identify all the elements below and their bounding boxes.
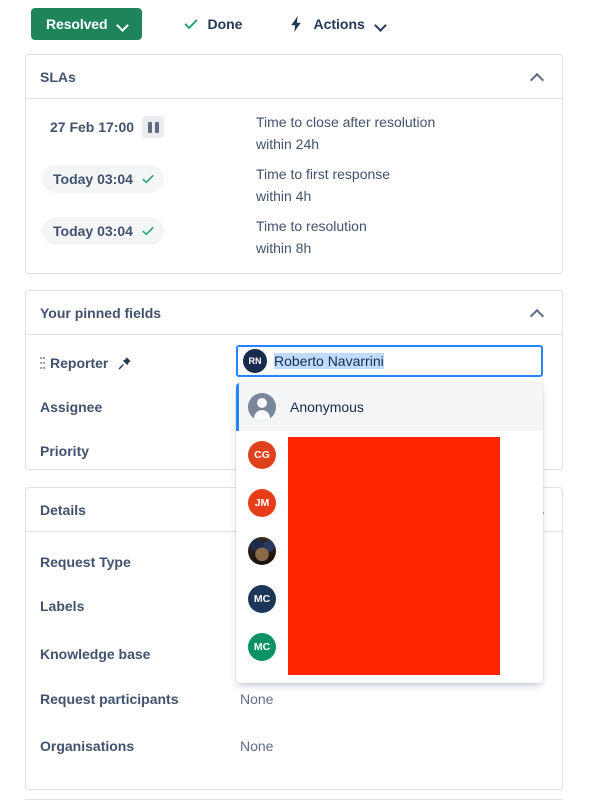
check-icon [183,16,199,32]
pinned-fields-card-header[interactable]: Your pinned fields [26,291,562,335]
slas-list: 27 Feb 17:00 Time to close after resolut… [26,99,562,269]
chevron-up-icon[interactable] [530,306,544,320]
assignee-label: Assignee [40,399,103,415]
action-toolbar: Resolved Done Actions [0,0,615,48]
pin-icon[interactable] [118,356,132,370]
details-title: Details [40,501,86,518]
panel-bottom-divider [25,799,563,801]
avatar: MC [248,585,276,613]
redaction-overlay [288,437,500,675]
slas-card: SLAs 27 Feb 17:00 Time to close after re… [25,54,563,274]
sla-detail: Time to resolution within 8h [256,217,367,258]
issue-detail-panel: Resolved Done Actions SLAs 27 Feb 17:00 … [0,0,615,802]
reporter-field-label-group: Reporter [40,355,230,371]
dropdown-option-anonymous[interactable]: Anonymous [236,383,543,431]
sla-target: within 24h [256,136,320,152]
slas-title: SLAs [40,68,76,85]
sla-detail: Time to first response within 4h [256,165,390,206]
sla-name: Time to close after resolution [256,114,436,130]
avatar: MC [248,633,276,661]
slas-card-header[interactable]: SLAs [26,55,562,99]
chevron-down-icon [118,21,129,28]
check-icon [141,224,155,238]
knowledge-base-label: Knowledge base [40,646,151,662]
reporter-input[interactable]: RN Roberto Navarrini [236,345,543,377]
priority-label: Priority [40,443,90,459]
sla-name: Time to resolution [256,218,367,234]
drag-handle-icon[interactable] [40,356,46,370]
sla-time: Today 03:04 [53,171,133,187]
sla-detail: Time to close after resolution within 24… [256,113,435,154]
sla-target: within 8h [256,240,312,256]
avatar: CG [248,441,276,469]
organisations-value[interactable]: None [240,737,273,755]
sla-time: 27 Feb 17:00 [50,119,135,135]
sla-name: Time to first response [256,166,391,182]
dropdown-option-label: Anonymous [290,399,364,415]
labels-label: Labels [40,598,85,614]
request-participants-label-text: Request participants [40,691,179,707]
actions-label: Actions [313,16,365,32]
detail-row: Organisations None [26,737,562,755]
sla-time: Today 03:04 [53,223,133,239]
pause-icon [142,116,165,138]
done-button[interactable]: Done [183,16,242,32]
sla-time-pill: Today 03:04 [42,165,164,193]
sla-target: within 4h [256,188,312,204]
avatar: JM [248,489,276,517]
anonymous-user-icon [248,393,276,421]
request-participants-label: Request participants [40,690,240,708]
reporter-input-value[interactable]: Roberto Navarrini [274,353,384,369]
sla-row: Today 03:04 Time to first response withi… [26,165,562,217]
status-resolved-label: Resolved [46,16,108,32]
request-type-label: Request Type [40,554,131,570]
pinned-fields-title: Your pinned fields [40,304,162,321]
chevron-down-icon [376,21,387,28]
avatar [248,537,276,565]
reporter-label: Reporter [50,355,109,371]
detail-row: Request participants None [26,690,562,708]
sla-row: 27 Feb 17:00 Time to close after resolut… [26,113,562,165]
sla-row: Today 03:04 Time to resolution within 8h [26,217,562,269]
actions-button[interactable]: Actions [288,15,386,33]
status-resolved-button[interactable]: Resolved [31,8,143,40]
sla-time-pill: Today 03:04 [42,217,164,245]
done-label: Done [207,16,243,32]
avatar: RN [243,349,267,373]
organisations-label: Organisations [40,738,135,754]
check-icon [141,172,155,186]
sla-time-pill: 27 Feb 17:00 [42,113,173,141]
lightning-bolt-icon [288,15,304,33]
chevron-up-icon[interactable] [530,70,544,84]
request-participants-value[interactable]: None [240,690,273,708]
